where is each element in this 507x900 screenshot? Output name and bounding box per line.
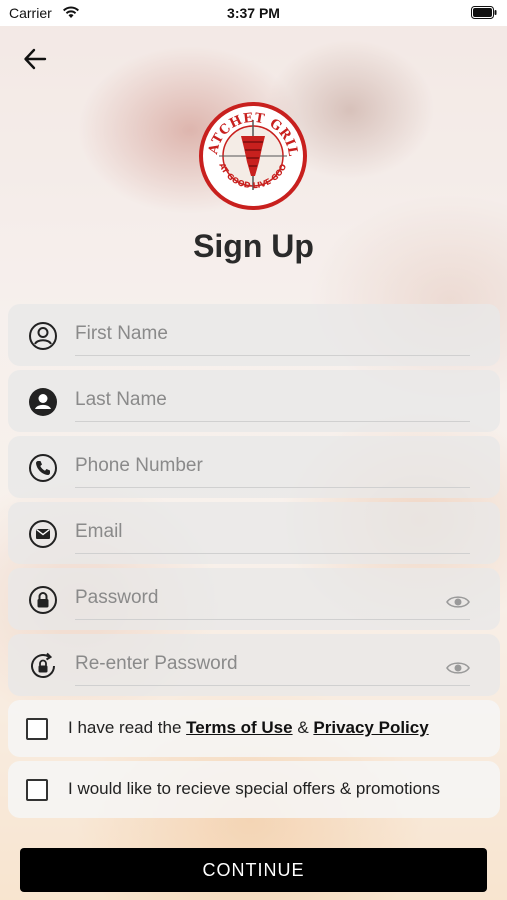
user-outline-icon <box>29 322 57 350</box>
lock-icon <box>29 586 57 614</box>
email-field[interactable]: Email <box>8 502 500 564</box>
terms-of-use-link[interactable]: Terms of Use <box>186 718 292 737</box>
status-bar: Carrier 3:37 PM <box>0 0 507 26</box>
terms-checkbox[interactable] <box>26 718 48 740</box>
offers-checkbox[interactable] <box>26 779 48 801</box>
last-name-field[interactable]: Last Name <box>8 370 500 432</box>
field-underline <box>75 421 470 422</box>
ampersand-text: & <box>292 718 314 737</box>
clock-time: 3:37 PM <box>227 5 280 21</box>
password-field[interactable]: Password <box>8 568 500 630</box>
eye-icon[interactable] <box>446 660 470 676</box>
page-title: Sign Up <box>193 228 314 264</box>
field-underline <box>75 685 470 686</box>
lock-refresh-icon <box>31 652 55 678</box>
privacy-policy-link[interactable]: Privacy Policy <box>313 718 428 737</box>
password-placeholder: Password <box>75 587 159 608</box>
field-underline <box>75 619 470 620</box>
last-name-placeholder: Last Name <box>75 389 167 410</box>
continue-button[interactable]: CONTINUE <box>20 848 487 892</box>
terms-consent-row: I have read the Terms of Use & Privacy P… <box>8 700 500 757</box>
reenter-password-placeholder: Re-enter Password <box>75 653 238 674</box>
first-name-field[interactable]: First Name <box>8 304 500 366</box>
phone-number-placeholder: Phone Number <box>75 455 203 476</box>
field-underline <box>75 553 470 554</box>
offers-label: I would like to recieve special offers &… <box>68 779 440 798</box>
reenter-password-field[interactable]: Re-enter Password <box>8 634 500 696</box>
first-name-placeholder: First Name <box>75 323 168 344</box>
terms-prefix-text: I have read the <box>68 718 187 737</box>
phone-number-field[interactable]: Phone Number <box>8 436 500 498</box>
field-underline <box>75 487 470 488</box>
field-underline <box>75 355 470 356</box>
battery-icon <box>471 6 497 19</box>
user-filled-icon <box>29 388 57 416</box>
eye-icon[interactable] <box>446 594 470 610</box>
terms-label: I have read the Terms of Use & Privacy P… <box>68 718 429 738</box>
restaurant-logo: DATCHET GRILL EAT GOOD LIVE GOOD <box>199 102 307 210</box>
offers-consent-row: I would like to recieve special offers &… <box>8 761 500 818</box>
email-placeholder: Email <box>75 521 123 542</box>
envelope-icon <box>29 520 57 548</box>
back-arrow-icon[interactable] <box>22 46 48 72</box>
phone-icon <box>29 454 57 482</box>
